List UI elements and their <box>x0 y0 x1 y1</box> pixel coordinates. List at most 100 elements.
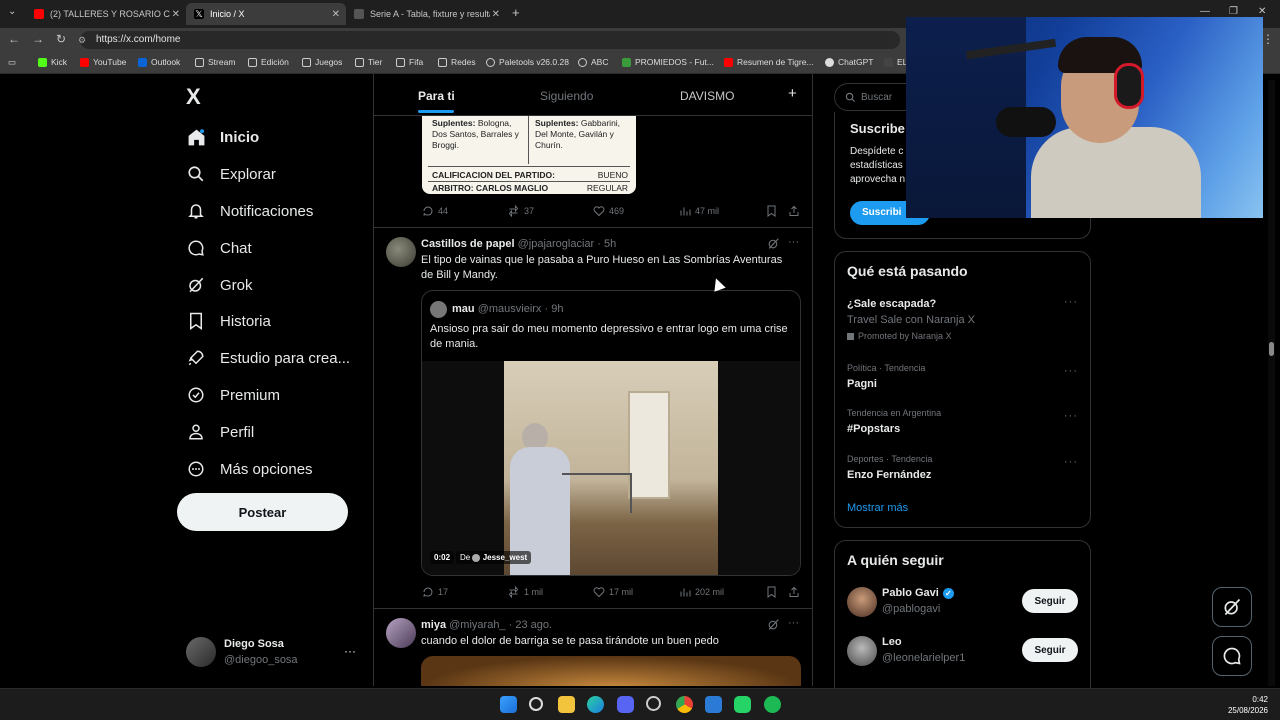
avatar[interactable] <box>386 618 416 648</box>
minimize-icon[interactable]: — <box>1200 6 1210 17</box>
video-player[interactable]: 0:02 De Jesse_west <box>422 361 800 575</box>
more-icon[interactable]: ··· <box>1064 365 1078 377</box>
views-button[interactable]: 47 mil <box>679 205 719 217</box>
follow-suggestion[interactable]: Leo @leonelarielper1 Seguir <box>835 634 1090 670</box>
bookmark-paletools[interactable]: Paletools v26.0.28 <box>486 57 569 67</box>
share-button[interactable] <box>788 205 804 217</box>
sidebar-item-explorar[interactable]: Explorar <box>186 160 276 188</box>
tweet-time[interactable]: · 23 ago. <box>509 619 552 631</box>
sidebar-item-chat[interactable]: Chat <box>186 234 252 262</box>
reply-button[interactable]: 44 <box>422 205 448 217</box>
more-icon[interactable]: ··· <box>1064 296 1078 308</box>
tweet-time[interactable]: · 5h <box>597 238 616 250</box>
bookmark-el[interactable]: EL <box>884 57 907 67</box>
bookmark-button[interactable] <box>766 205 781 217</box>
back-icon[interactable]: ← <box>8 32 20 46</box>
like-button[interactable]: 17 mil <box>593 586 633 598</box>
reply-button[interactable]: 17 <box>422 586 448 598</box>
bookmark-abc[interactable]: ABC <box>578 57 608 67</box>
chrome-icon[interactable] <box>676 696 693 713</box>
views-button[interactable]: 202 mil <box>679 586 724 598</box>
tweet-media-image[interactable] <box>421 656 801 686</box>
tab-siguiendo[interactable]: Siguiendo <box>540 89 593 103</box>
bookmark-fifa[interactable]: Fifa <box>396 57 423 67</box>
more-icon[interactable]: ··· <box>788 617 799 629</box>
bookmark-button[interactable] <box>766 586 781 598</box>
sidebar-item-historia[interactable]: Historia <box>186 307 271 335</box>
sidebar-item-notificaciones[interactable]: Notificaciones <box>186 197 313 225</box>
author-handle[interactable]: @miyarah_ <box>449 619 505 631</box>
page-scrollbar[interactable] <box>1268 80 1275 686</box>
bookmark-kick[interactable]: Kick <box>38 57 67 67</box>
system-clock[interactable]: 0:42 25/08/2026 <box>1220 694 1268 716</box>
chat-float-button[interactable] <box>1212 636 1252 676</box>
close-icon[interactable]: ✕ <box>492 9 500 20</box>
more-icon[interactable]: ··· <box>344 644 356 658</box>
bookmark-juegos[interactable]: Juegos <box>302 57 342 67</box>
share-button[interactable] <box>788 586 804 598</box>
window-close-icon[interactable]: ✕ <box>1258 6 1266 17</box>
more-icon[interactable]: ··· <box>1064 410 1078 422</box>
notepad-icon[interactable] <box>705 696 722 713</box>
bookmark-redes[interactable]: Redes <box>438 57 476 67</box>
bookmark-stream[interactable]: Stream <box>195 57 235 67</box>
follow-button[interactable]: Seguir <box>1022 638 1078 662</box>
site-info-icon[interactable]: ⚙ <box>78 31 86 49</box>
new-tab-button[interactable]: + <box>512 5 520 20</box>
more-icon[interactable]: ··· <box>788 236 799 248</box>
more-icon[interactable]: ··· <box>1064 456 1078 468</box>
trend-item[interactable]: Tendencia en Argentina #Popstars ··· <box>835 406 1090 440</box>
add-tab-button[interactable]: + <box>788 85 797 102</box>
bookmark-tigre[interactable]: Resumen de Tigre... <box>724 57 814 67</box>
bookmark-promiedos[interactable]: PROMIEDOS - Fut... <box>622 57 714 67</box>
spotify-icon[interactable] <box>764 696 781 713</box>
bookmark-edicion[interactable]: Edición <box>248 57 289 67</box>
author-handle[interactable]: @jpajaroglaciar <box>518 238 595 250</box>
post-button[interactable]: Postear <box>177 493 348 531</box>
edge-icon[interactable] <box>587 696 604 713</box>
tab-youtube[interactable]: (2) TALLERES Y ROSARIO CENTRAL ✕ <box>26 3 186 25</box>
trend-item[interactable]: ¿Sale escapada? Travel Sale con Naranja … <box>835 296 1090 346</box>
bookmark-tier[interactable]: Tier <box>355 57 382 67</box>
reload-icon[interactable]: ↻ <box>56 32 66 46</box>
bookmark-outlook[interactable]: Outlook <box>138 57 180 67</box>
tweet-media-image[interactable]: Suplentes: Bologna, Dos Santos, Barrales… <box>422 116 636 194</box>
scrollbar-thumb[interactable] <box>1269 342 1274 356</box>
start-icon[interactable] <box>500 696 517 713</box>
account-switcher[interactable]: Diego Sosa @diegoo_sosa ··· <box>186 636 362 670</box>
retweet-button[interactable]: 1 mil <box>507 586 543 598</box>
sidebar-item-premium[interactable]: Premium <box>186 381 280 409</box>
steam-icon[interactable] <box>646 696 661 711</box>
trend-item[interactable]: Política · Tendencia Pagni ··· <box>835 361 1090 395</box>
author-name[interactable]: miya <box>421 619 446 631</box>
whatsapp-icon[interactable] <box>734 696 751 713</box>
bookmarks-apps-icon[interactable]: ▭ <box>8 57 16 68</box>
bookmark-youtube[interactable]: YouTube <box>80 57 126 67</box>
sidebar-item-grok[interactable]: Grok <box>186 271 253 299</box>
file-explorer-icon[interactable] <box>558 696 575 713</box>
maximize-icon[interactable]: ❐ <box>1229 6 1238 17</box>
sidebar-item-estudio[interactable]: Estudio para crea... <box>186 344 350 372</box>
quoted-tweet[interactable]: mau @mausvieirx · 9h Ansioso pra sair do… <box>421 290 801 576</box>
discord-icon[interactable] <box>617 696 634 713</box>
retweet-button[interactable]: 37 <box>507 205 534 217</box>
x-logo[interactable]: X <box>186 84 201 110</box>
tab-davismo[interactable]: DAVISMO <box>680 89 734 103</box>
search-icon[interactable] <box>529 697 543 711</box>
sidebar-item-inicio[interactable]: Inicio <box>186 123 259 151</box>
forward-icon[interactable]: → <box>32 32 44 46</box>
url-input[interactable]: ⚙ https://x.com/home <box>78 31 900 49</box>
trend-item[interactable]: Deportes · Tendencia Enzo Fernández ··· <box>835 452 1090 486</box>
show-more-link[interactable]: Mostrar más <box>847 502 908 514</box>
avatar[interactable] <box>386 237 416 267</box>
sidebar-item-mas-opciones[interactable]: Más opciones <box>186 455 313 483</box>
grok-float-button[interactable] <box>1212 587 1252 627</box>
video-attribution[interactable]: De Jesse_west <box>456 551 532 564</box>
follow-suggestion[interactable]: Pablo Gavi ✓ @pablogavi Seguir <box>835 585 1090 621</box>
bookmark-chatgpt[interactable]: ChatGPT <box>825 57 873 67</box>
browser-menu-icon[interactable]: ⋮ <box>1262 32 1274 46</box>
close-icon[interactable]: ✕ <box>332 9 340 20</box>
tab-para-ti[interactable]: Para ti <box>418 89 455 103</box>
like-button[interactable]: 469 <box>593 205 624 217</box>
tab-x-home[interactable]: 𝕏 Inicio / X ✕ <box>186 3 346 25</box>
